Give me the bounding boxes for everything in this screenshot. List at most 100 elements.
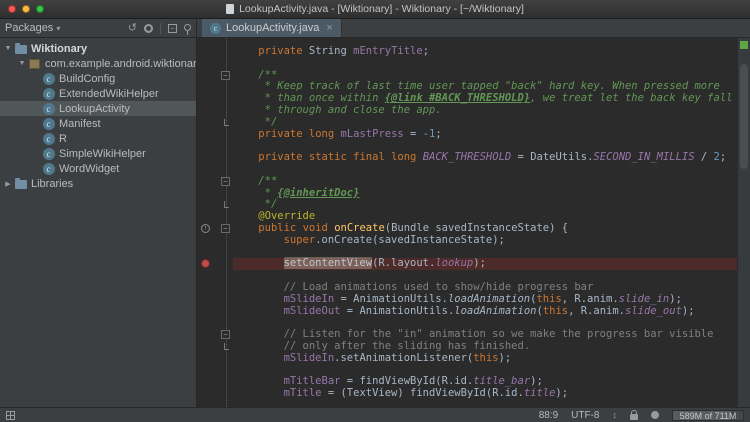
gutter[interactable] (197, 46, 233, 58)
gutter[interactable] (197, 341, 233, 353)
fold-open-icon[interactable]: − (221, 177, 230, 186)
editor: private String mEntryTitle;− /** * Keep … (197, 38, 750, 407)
override-method-icon[interactable]: ↑ (201, 224, 210, 233)
class-icon: c (42, 133, 55, 145)
tab-lookupactivity[interactable]: c LookupActivity.java × (202, 19, 342, 37)
caret-position-widget[interactable]: 88:9 (539, 410, 558, 421)
code-lines[interactable]: private String mEntryTitle;− /** * Keep … (197, 38, 737, 407)
gutter[interactable] (197, 365, 233, 377)
gutter[interactable]: ↑− (197, 223, 233, 235)
tree-item-com-example-android-wiktionary[interactable]: ▼com.example.android.wiktionary (0, 56, 196, 71)
fold-end-icon[interactable] (224, 119, 229, 126)
refresh-icon[interactable]: ↺ (128, 23, 137, 34)
gutter[interactable] (197, 282, 233, 294)
encoding-widget[interactable]: UTF-8 (571, 410, 599, 421)
fold-open-icon[interactable]: − (221, 330, 230, 339)
fold-end-icon[interactable] (224, 343, 229, 350)
fold-open-icon[interactable]: − (221, 71, 230, 80)
hector-inspections-icon[interactable] (651, 411, 659, 419)
gutter[interactable] (197, 388, 233, 400)
chevron-down-icon: ▾ (56, 24, 60, 33)
gutter[interactable] (197, 152, 233, 164)
gutter[interactable] (197, 93, 233, 105)
gutter[interactable] (197, 306, 233, 318)
gutter[interactable] (197, 188, 233, 200)
tree-item-label: BuildConfig (59, 73, 115, 85)
gutter[interactable] (197, 81, 233, 93)
tree-item-r[interactable]: cR (0, 131, 196, 146)
title-bar: LookupActivity.java - [Wiktionary] - Wik… (0, 0, 750, 19)
gutter[interactable] (197, 199, 233, 211)
gutter[interactable] (197, 235, 233, 247)
breakpoint-icon[interactable] (201, 259, 210, 268)
memory-indicator[interactable]: 589M of 711M (672, 410, 744, 421)
code-text (233, 164, 737, 176)
gutter[interactable] (197, 294, 233, 306)
code-line[interactable]: private long mLastPress = -1; (197, 129, 737, 141)
memory-text: 589M of 711M (680, 411, 737, 421)
gutter[interactable] (197, 270, 233, 282)
code-text: private String mEntryTitle; (233, 46, 737, 58)
chevron-expanded-icon[interactable]: ▼ (16, 60, 28, 67)
scrollbar-thumb[interactable] (740, 64, 748, 169)
class-icon: c (42, 103, 55, 115)
fold-open-icon[interactable]: − (221, 224, 230, 233)
tree-item-libraries[interactable]: ▶Libraries (0, 176, 196, 191)
chevron-expanded-icon[interactable]: ▼ (2, 45, 14, 52)
view-selector[interactable]: Packages ▾ (5, 22, 60, 34)
code-line[interactable]: mTitle = (TextView) findViewById(R.id.ti… (197, 388, 737, 400)
tree-item-label: ExtendedWikiHelper (59, 88, 159, 100)
collapse-all-icon[interactable]: − (168, 24, 177, 33)
tree-item-manifest[interactable]: cManifest (0, 116, 196, 131)
tree-item-extendedwikihelper[interactable]: cExtendedWikiHelper (0, 86, 196, 101)
gutter[interactable] (197, 140, 233, 152)
project-tree: ▼Wiktionary▼com.example.android.wiktiona… (0, 38, 196, 191)
gutter[interactable] (197, 247, 233, 259)
error-stripe[interactable] (737, 38, 750, 407)
chevron-collapsed-icon[interactable]: ▶ (2, 180, 14, 188)
toolwindow-switcher-icon[interactable] (6, 411, 15, 420)
code-line[interactable]: * through and close the app. (197, 105, 737, 117)
zoom-window-button[interactable] (36, 5, 44, 13)
tree-item-wiktionary[interactable]: ▼Wiktionary (0, 41, 196, 56)
code-line[interactable]: private static final long BACK_THRESHOLD… (197, 152, 737, 164)
code-line[interactable]: mSlideOut = AnimationUtils.loadAnimation… (197, 306, 737, 318)
gutter[interactable] (197, 376, 233, 388)
close-window-button[interactable] (8, 5, 16, 13)
gutter[interactable] (197, 258, 233, 270)
gutter[interactable] (197, 129, 233, 141)
gutter[interactable] (197, 164, 233, 176)
gutter[interactable]: − (197, 329, 233, 341)
code-line[interactable]: * {@inheritDoc} (197, 188, 737, 200)
gear-icon[interactable] (144, 24, 153, 33)
panel-toolbar-icons: ↺ − (128, 23, 191, 34)
fold-end-icon[interactable] (224, 201, 229, 208)
code-line[interactable]: private String mEntryTitle; (197, 46, 737, 58)
tree-item-buildconfig[interactable]: cBuildConfig (0, 71, 196, 86)
pin-icon[interactable] (184, 24, 191, 31)
gutter[interactable] (197, 317, 233, 329)
gutter[interactable]: − (197, 176, 233, 188)
gutter[interactable] (197, 105, 233, 117)
code-text-breakpoint-line: setContentView(R.layout.lookup); (233, 258, 737, 270)
tree-item-label: LookupActivity (59, 103, 130, 115)
gutter[interactable] (197, 353, 233, 365)
tree-item-simplewikihelper[interactable]: cSimpleWikiHelper (0, 146, 196, 161)
tree-item-wordwidget[interactable]: cWordWidget (0, 161, 196, 176)
gutter[interactable] (197, 58, 233, 70)
tree-item-lookupactivity[interactable]: c LookupActivity (0, 101, 196, 116)
gutter[interactable] (197, 117, 233, 129)
code-line[interactable] (197, 164, 737, 176)
code-line[interactable]: setContentView(R.layout.lookup); (197, 258, 737, 270)
close-tab-icon[interactable]: × (326, 22, 332, 34)
code-line[interactable]: super.onCreate(savedInstanceState); (197, 235, 737, 247)
code-line[interactable]: mSlideIn.setAnimationListener(this); (197, 353, 737, 365)
minimize-window-button[interactable] (22, 5, 30, 13)
traffic-lights (8, 5, 44, 13)
package-icon (28, 58, 41, 70)
line-separator-icon[interactable]: ↕ (613, 410, 618, 420)
lock-icon[interactable] (630, 414, 638, 420)
code-line[interactable] (197, 58, 737, 70)
gutter[interactable]: − (197, 70, 233, 82)
gutter[interactable] (197, 211, 233, 223)
